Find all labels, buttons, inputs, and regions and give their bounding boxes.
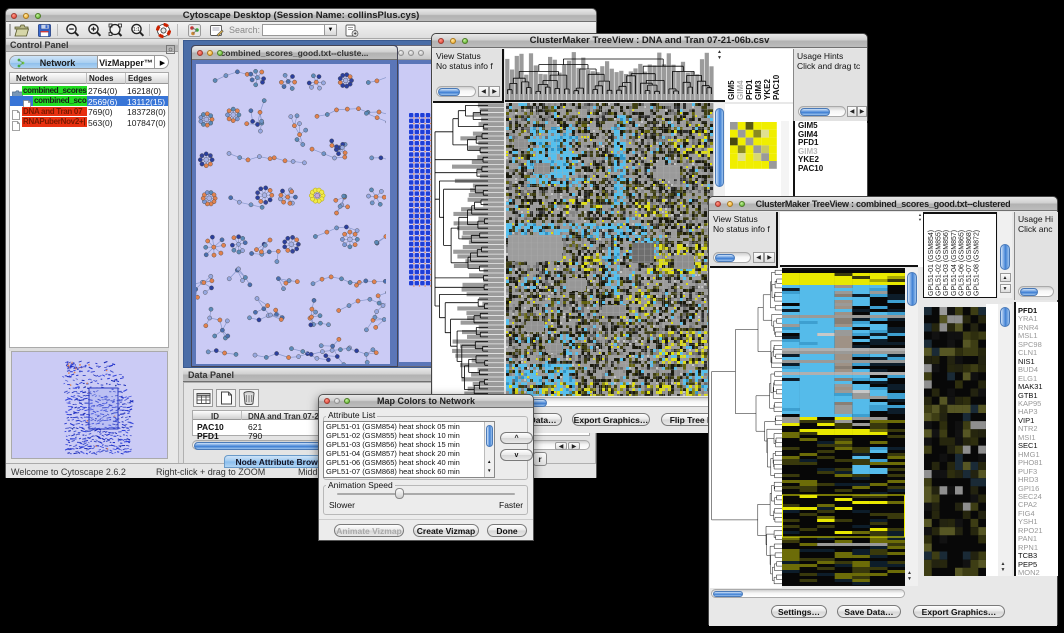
svg-text:GIM5: GIM5 [727,80,736,100]
svg-text:YKE2: YKE2 [763,79,772,100]
svg-text:GPL51-03 (GSM856): GPL51-03 (GSM856) [943,230,950,296]
svg-text:GPL51-06 (GSM865): GPL51-06 (GSM865) [958,230,965,296]
svg-text:GIM3: GIM3 [754,80,763,100]
svg-text:GPL51-08 (GSM872): GPL51-08 (GSM872) [974,230,981,296]
svg-text:GPL51-04 (GSM857): GPL51-04 (GSM857) [951,230,958,296]
svg-text:1:1: 1:1 [133,27,140,33]
svg-text:GIM4: GIM4 [736,80,745,100]
svg-text:GPL51-02 (GSM855): GPL51-02 (GSM855) [936,230,943,296]
svg-text:PAC10: PAC10 [772,74,781,100]
svg-text:PFD1: PFD1 [745,79,754,100]
svg-text:GPL51-01 (GSM854): GPL51-01 (GSM854) [928,230,935,296]
svg-text:GPL51-07 (GSM868): GPL51-07 (GSM868) [966,230,973,296]
